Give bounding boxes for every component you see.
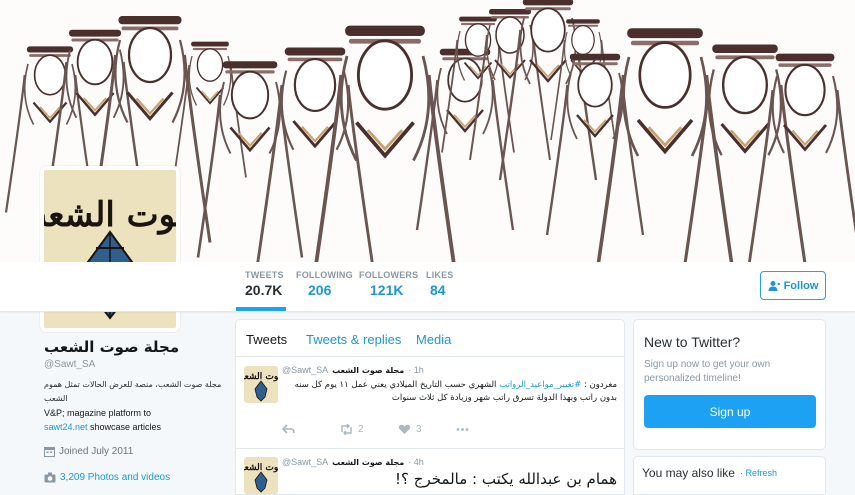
tweet-time[interactable]: · 4h xyxy=(408,457,424,467)
active-stat-indicator xyxy=(236,307,286,311)
timeline-tabs: Tweets Tweets & replies Media xyxy=(236,320,624,357)
banner-figure xyxy=(196,61,304,258)
retweet-count: 2 xyxy=(358,424,364,435)
stat-followers[interactable]: FOLLOWERS 121K xyxy=(359,270,418,298)
follow-button[interactable]: Follow xyxy=(760,271,826,300)
profile-name[interactable]: مجلة صوت الشعب xyxy=(44,338,224,356)
stat-following[interactable]: FOLLOWING 206 xyxy=(296,270,353,298)
profile-bio: مجلة صوت الشعب، منصة للعرض الحالات تمثل … xyxy=(44,378,224,434)
pen-nib-logo: صوت الشعب xyxy=(244,462,278,493)
tweet-hashtag[interactable]: #تغيير_مواعيد_الرواتب xyxy=(499,380,581,390)
stat-value: 121K xyxy=(370,282,404,298)
stat-label: LIKES xyxy=(426,270,454,280)
photos-text: 3,209 Photos and videos xyxy=(60,472,171,483)
camera-icon xyxy=(44,472,56,483)
tweet-avatar[interactable]: صوت الشعب xyxy=(244,366,278,403)
banner-figure xyxy=(415,48,515,231)
like-button[interactable]: 3 xyxy=(398,424,456,435)
like-count: 3 xyxy=(416,424,422,435)
banner-figure xyxy=(545,53,645,236)
stat-tweets[interactable]: TWEETS 20.7K xyxy=(245,270,284,298)
tweet-prefix: مغردون : xyxy=(581,380,617,390)
add-user-icon xyxy=(768,280,780,291)
stat-label: TWEETS xyxy=(245,270,284,280)
also-like-title: You may also like xyxy=(642,466,735,480)
timeline: Tweets Tweets & replies Media صوت الشعب … xyxy=(235,319,625,495)
tab-media[interactable]: Media xyxy=(416,332,451,347)
bio-link[interactable]: sawt24.net xyxy=(44,422,88,432)
stat-value: 206 xyxy=(308,282,332,298)
more-button[interactable] xyxy=(456,424,514,435)
photos-link[interactable]: 3,209 Photos and videos xyxy=(44,472,170,483)
signup-subtitle: Sign up now to get your own personalized… xyxy=(644,359,771,384)
follow-label: Follow xyxy=(783,279,819,292)
stat-likes[interactable]: LIKES 84 xyxy=(426,270,454,298)
stat-label: FOLLOWERS xyxy=(359,270,419,280)
profile-handle[interactable]: @Sawt_SA xyxy=(44,359,224,370)
bio-english: V&P; magazine platform to xyxy=(44,408,152,418)
signup-card: New to Twitter? Sign up now to get your … xyxy=(633,319,826,450)
tweet-header: @Sawt_SA مجلة صوت الشعب · 1h xyxy=(282,365,424,375)
bio-arabic: مجلة صوت الشعب، منصة للعرض الحالات تمثل … xyxy=(44,380,222,403)
signup-title: New to Twitter? xyxy=(644,334,741,350)
tweet-item[interactable]: صوت الشعب @Sawt_SA مجلة صوت الشعب · 4h ه… xyxy=(236,449,624,494)
join-date: Joined July 2011 xyxy=(44,446,224,457)
tab-tweets[interactable]: Tweets xyxy=(246,332,287,347)
bio-tail: showcase articles xyxy=(87,422,162,432)
retweet-button[interactable]: 2 xyxy=(340,424,398,435)
reply-icon xyxy=(282,424,295,434)
stat-value: 84 xyxy=(430,282,446,298)
tweet-author[interactable]: مجلة صوت الشعب xyxy=(332,458,404,467)
retweet-icon xyxy=(341,424,352,435)
profile-nav-bar: TWEETS 20.7K FOLLOWING 206 FOLLOWERS 121… xyxy=(0,262,855,312)
calendar-icon xyxy=(44,447,55,457)
signup-button[interactable]: Sign up xyxy=(644,395,816,428)
also-like-card: You may also like · Refresh xyxy=(633,456,826,495)
refresh-link[interactable]: · Refresh xyxy=(740,468,777,478)
tweet-actions: 2 3 xyxy=(282,424,514,435)
tweet-header: @Sawt_SA مجلة صوت الشعب · 4h xyxy=(282,457,424,467)
pen-nib-logo: صوت الشعب xyxy=(244,371,278,402)
logo-text: صوت الشعب xyxy=(44,195,176,235)
reply-button[interactable] xyxy=(282,424,340,435)
tweet-item[interactable]: صوت الشعب @Sawt_SA مجلة صوت الشعب · 1h م… xyxy=(236,357,624,449)
profile-card: مجلة صوت الشعب @Sawt_SA مجلة صوت الشعب، … xyxy=(44,338,224,483)
tweet-handle[interactable]: @Sawt_SA xyxy=(282,457,328,467)
join-date-text: Joined July 2011 xyxy=(59,446,134,457)
tweet-author[interactable]: مجلة صوت الشعب xyxy=(332,366,404,375)
tweet-text: همام بن عبدالله يكتب : مالمخرج ؟! xyxy=(395,470,617,488)
tweet-time[interactable]: · 1h xyxy=(408,365,424,375)
tweet-avatar[interactable]: صوت الشعب xyxy=(244,457,278,494)
tweet-text: مغردون : #تغيير_مواعيد_الرواتب الشهري حس… xyxy=(282,379,617,405)
tweet-handle[interactable]: @Sawt_SA xyxy=(282,365,328,375)
stat-value: 20.7K xyxy=(245,282,283,298)
heart-icon xyxy=(398,424,411,434)
stat-label: FOLLOWING xyxy=(296,270,353,280)
banner-figure xyxy=(256,47,374,262)
tab-tweets-replies[interactable]: Tweets & replies xyxy=(306,332,401,347)
more-icon xyxy=(456,428,469,431)
